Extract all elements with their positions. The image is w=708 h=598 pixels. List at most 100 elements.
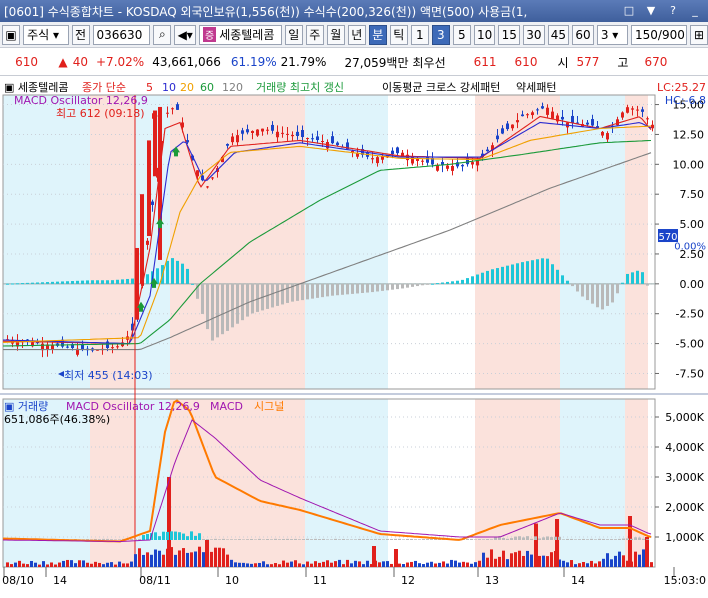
- volume-bar: [106, 562, 109, 567]
- volume-legend-osc: MACD Oscillator 12,26,9: [66, 400, 200, 413]
- oscillator-bar: [371, 283, 374, 293]
- oscillator-bar: [586, 283, 589, 301]
- dropdown-icon[interactable]: ▼: [644, 4, 658, 18]
- period-month[interactable]: 월: [326, 24, 345, 45]
- volume-oscillator-bar: [154, 532, 157, 540]
- period-year[interactable]: 년: [347, 24, 366, 45]
- oscillator-bar: [31, 282, 34, 284]
- volume-bar: [574, 564, 577, 567]
- price-band: [388, 95, 475, 389]
- volume-bar: [494, 558, 497, 567]
- volume-band: [248, 399, 305, 567]
- volume-oscillator-bar: [310, 539, 313, 540]
- prev-button[interactable]: 전: [71, 24, 90, 45]
- volume-oscillator-bar: [94, 538, 97, 540]
- market-select[interactable]: 주식 ▾: [23, 24, 69, 45]
- volume-bar: [154, 549, 157, 567]
- menu-icon[interactable]: ▣: [2, 24, 21, 45]
- interval-10[interactable]: 10: [473, 24, 496, 45]
- period-day[interactable]: 일: [284, 24, 303, 45]
- interval-15[interactable]: 15: [498, 24, 521, 45]
- help-icon[interactable]: ?: [666, 4, 680, 18]
- volume-oscillator-bar: [566, 538, 569, 540]
- oscillator-bar: [426, 283, 429, 285]
- period-tick[interactable]: 틱: [389, 24, 408, 45]
- volume-oscillator-bar: [262, 539, 265, 540]
- volume-oscillator-bar: [138, 538, 141, 540]
- oscillator-bar: [6, 283, 9, 285]
- candle: [176, 104, 179, 110]
- candle: [246, 129, 249, 133]
- interval-1[interactable]: 1: [410, 24, 429, 45]
- search-icon[interactable]: ⌕: [153, 24, 172, 45]
- oscillator-bar: [431, 283, 434, 285]
- quote-change: 40: [72, 55, 88, 69]
- volume-bar: [30, 560, 33, 567]
- candle: [226, 143, 229, 146]
- interval-5[interactable]: 5: [452, 24, 471, 45]
- volume-bar: [194, 551, 197, 567]
- candle: [321, 141, 324, 143]
- volume-bar: [102, 564, 105, 567]
- oscillator-bar: [646, 283, 649, 286]
- volume-bar: [26, 564, 29, 567]
- volume-bar: [466, 562, 469, 567]
- oscillator-bar: [631, 272, 634, 284]
- volume-oscillator-bar: [606, 539, 609, 540]
- speaker-icon[interactable]: ◀▾: [174, 24, 196, 45]
- minimize-icon[interactable]: _: [688, 4, 702, 18]
- stock-name-field[interactable]: 증 세종텔레콤: [198, 24, 282, 45]
- volume-bar: [54, 564, 57, 567]
- oscillator-bar: [111, 280, 114, 284]
- period-week[interactable]: 주: [305, 24, 324, 45]
- oscillator-bar: [41, 282, 44, 284]
- oscillator-bar: [436, 283, 439, 285]
- volume-oscillator-bar: [158, 536, 161, 540]
- oscillator-bar: [401, 283, 404, 289]
- oscillator-bar: [216, 283, 219, 338]
- grid-icon[interactable]: ⊞: [690, 24, 708, 45]
- volume-oscillator-bar: [166, 531, 169, 540]
- oscillator-bar: [471, 276, 474, 284]
- interval-45[interactable]: 45: [547, 24, 570, 45]
- volume-oscillator-bar: [466, 538, 469, 540]
- interval-30[interactable]: 30: [523, 24, 545, 45]
- volume-oscillator-bar: [542, 537, 545, 540]
- volume-oscillator-bar: [334, 538, 337, 540]
- price-legend-item: 10: [162, 81, 176, 94]
- oscillator-bar: [156, 268, 159, 284]
- volume-bar: [114, 564, 117, 567]
- restore-icon[interactable]: □: [622, 4, 636, 18]
- volume-bar: [122, 563, 125, 567]
- volume-spike: [534, 523, 538, 567]
- interval-select[interactable]: 3 ▾: [596, 24, 628, 45]
- period-minute[interactable]: 분: [368, 24, 387, 45]
- volume-bar: [434, 563, 437, 567]
- oscillator-bar: [16, 283, 19, 285]
- price-legend-item: 거래량 최고치 갱신: [256, 81, 344, 94]
- oscillator-bar: [101, 280, 104, 284]
- volume-oscillator-bar: [634, 537, 637, 540]
- oscillator-bar: [486, 270, 489, 284]
- price-band: [475, 95, 560, 389]
- price-tick-label: 12.50: [673, 128, 705, 141]
- volume-tick-label: 1,000K: [665, 531, 704, 544]
- code-input[interactable]: 036630: [92, 24, 151, 45]
- price-legend-item: 20: [180, 81, 194, 94]
- interval-3[interactable]: 3: [431, 24, 450, 45]
- candle: [471, 162, 474, 165]
- oscillator-bar: [421, 283, 424, 286]
- chart-area[interactable]: 15.0012.5010.007.505.002.500.00-2.50-5.0…: [0, 77, 708, 598]
- volume-spike: [205, 540, 209, 567]
- oscillator-bar: [391, 283, 394, 290]
- oscillator-bar: [221, 283, 224, 335]
- volume-bar: [202, 552, 205, 567]
- volume-bar: [198, 546, 201, 567]
- interval-60[interactable]: 60: [572, 24, 594, 45]
- oscillator-bar: [236, 283, 239, 324]
- volume-oscillator-bar: [546, 536, 549, 540]
- volume-oscillator-bar: [222, 538, 225, 540]
- oscillator-bar: [526, 261, 529, 284]
- candle: [411, 156, 414, 164]
- count-input[interactable]: 150/900: [631, 24, 687, 45]
